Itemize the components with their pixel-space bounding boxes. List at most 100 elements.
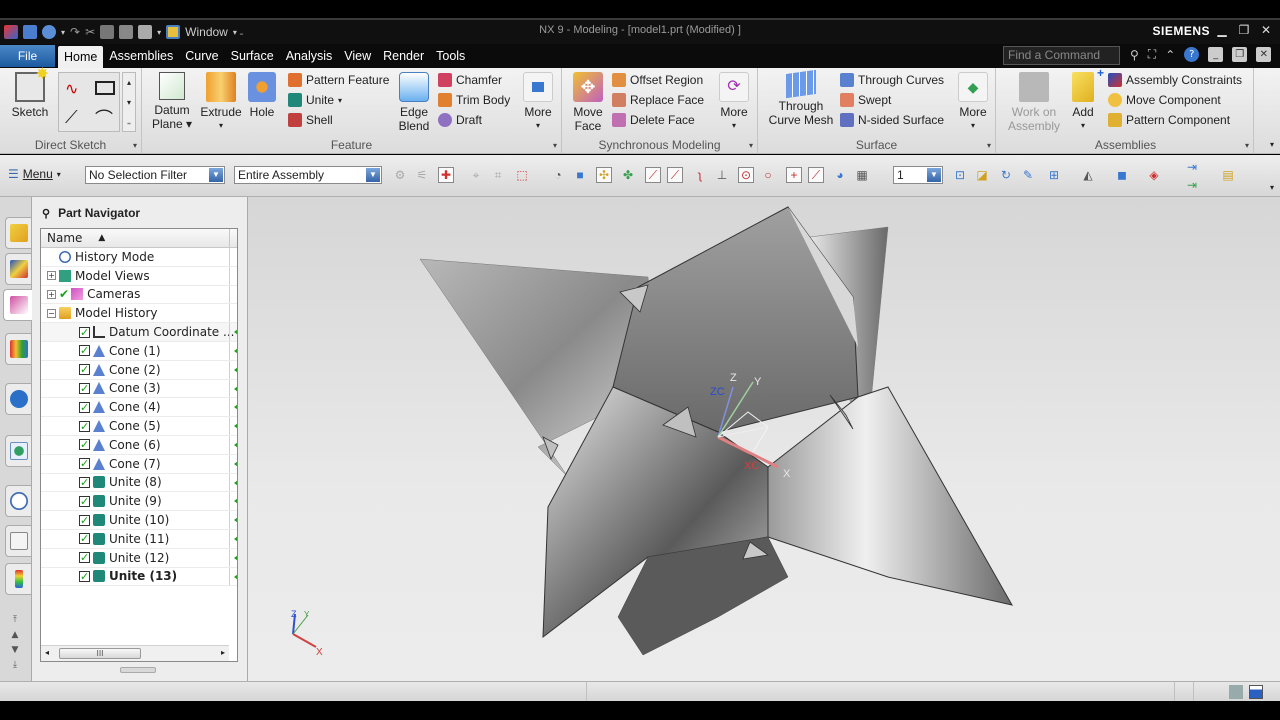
horizontal-scrollbar[interactable]: ◂ III ▸ (41, 645, 229, 661)
chamfer-button[interactable]: Chamfer (438, 71, 502, 89)
tree-row[interactable]: ✓ Cone (6) (41, 435, 237, 455)
system-materials-tab[interactable] (5, 525, 31, 557)
file-tab[interactable]: File (0, 45, 55, 67)
copy-to-layer-icon[interactable]: ⇥ (1184, 177, 1200, 193)
through-curves-button[interactable]: Through Curves (840, 71, 944, 89)
group-dropdown-icon[interactable]: ▾ (1245, 141, 1249, 150)
feature-more-button[interactable]: More ▾ (520, 72, 556, 133)
tree-row[interactable]: ✓ Unite (8) (41, 473, 237, 493)
move-to-layer-icon[interactable]: ⇥ (1184, 159, 1200, 175)
shell-button[interactable]: Shell (288, 111, 333, 129)
selection-filter-status-icon[interactable] (1229, 685, 1243, 699)
assembly-navigator-tab[interactable] (5, 217, 31, 249)
rotate-icon[interactable]: ↻ (998, 167, 1014, 183)
rail-scroll-controls[interactable]: ⤒ ▲ ▼ ⤓ (8, 613, 22, 673)
tree-row[interactable]: ✓ Cone (2) (41, 360, 237, 380)
tree-row[interactable]: ✓ Unite (12) (41, 548, 237, 568)
group-dropdown-icon[interactable]: ▾ (749, 141, 753, 150)
tab-analysis[interactable]: Analysis (280, 44, 339, 68)
extrude-button[interactable]: Extrude ▾ (198, 72, 244, 133)
feature-filter-icon[interactable]: ⚟ (414, 167, 430, 183)
feature-checkbox[interactable]: ✓ (79, 439, 90, 451)
full-screen-toggle-icon[interactable] (1249, 685, 1263, 699)
tree-row[interactable]: ✓ Cone (4) (41, 398, 237, 418)
move-component-button[interactable]: Move Component (1108, 91, 1221, 109)
unite-button[interactable]: Unite ▾ (288, 91, 342, 109)
orient-view-icon[interactable]: ⊞ (1046, 167, 1062, 183)
minimize-icon[interactable]: ▁ (1212, 21, 1232, 39)
panel-resize-handle[interactable] (120, 667, 156, 673)
snap-point-icon[interactable]: ✣ (596, 167, 612, 183)
swept-button[interactable]: Swept (840, 91, 891, 109)
pattern-component-button[interactable]: Pattern Component (1108, 111, 1230, 129)
feature-checkbox[interactable]: ✓ (79, 364, 90, 376)
find-command-input[interactable]: Find a Command (1003, 46, 1120, 65)
toolbar-options-icon[interactable]: ▾ (1270, 183, 1274, 192)
group-dropdown-icon[interactable]: ▾ (133, 141, 137, 150)
scroll-left-icon[interactable]: ◂ (45, 648, 49, 657)
rendering-style-icon[interactable]: ◭ (1080, 167, 1096, 183)
column-header-name[interactable]: Name ▲ (41, 229, 237, 248)
feature-checkbox[interactable]: ✓ (79, 495, 90, 507)
tab-surface[interactable]: Surface (225, 44, 280, 68)
doc-minimize-icon[interactable]: _ (1208, 47, 1224, 62)
feature-checkbox[interactable]: ✓ (79, 458, 90, 470)
selection-scope-dropdown[interactable]: Entire Assembly ▼ (234, 166, 382, 184)
feature-checkbox[interactable]: ✓ (79, 326, 90, 338)
tree-row[interactable]: ✓ Datum Coordinate ... (41, 323, 237, 342)
tree-row[interactable]: + ✔ Cameras (41, 285, 237, 305)
select-face-icon[interactable]: ◔ (550, 167, 566, 183)
offset-region-button[interactable]: Offset Region (612, 71, 703, 89)
expand-icon[interactable]: + (47, 289, 56, 299)
tab-curve[interactable]: Curve (179, 44, 224, 68)
point-icon[interactable]: ✤ (620, 167, 636, 183)
pin-icon[interactable]: ⚲ (42, 207, 50, 220)
tree-row[interactable]: ✓ Unite (10) (41, 511, 237, 530)
feature-checkbox[interactable]: ✓ (79, 401, 90, 413)
draft-button[interactable]: Draft (438, 111, 482, 129)
zoom-icon[interactable]: ◪ (974, 167, 990, 183)
collapse-icon[interactable]: − (47, 308, 56, 318)
help-icon[interactable]: ? (1184, 47, 1200, 62)
replace-face-button[interactable]: Replace Face (612, 91, 704, 109)
edge-blend-button[interactable]: Edge Blend (394, 72, 434, 133)
tree-row[interactable]: ✓ Cone (5) (41, 417, 237, 436)
tree-row[interactable]: ✓ Unite (9) (41, 492, 237, 512)
feature-checkbox[interactable]: ✓ (79, 533, 90, 545)
tree-row[interactable]: History Mode (41, 248, 237, 267)
synchronous-more-button[interactable]: ⟳ More ▾ (716, 72, 752, 133)
feature-checkbox[interactable]: ✓ (79, 570, 90, 582)
close-icon[interactable]: ✕ (1256, 21, 1276, 39)
existing-point-icon[interactable]: + (786, 167, 802, 183)
work-on-assembly-button[interactable]: Work on Assembly (1006, 72, 1062, 133)
full-screen-icon[interactable]: ⛶ (1148, 47, 1156, 62)
pattern-feature-button[interactable]: Pattern Feature (288, 71, 389, 89)
profile-icon[interactable]: ∿ (65, 79, 78, 99)
tree-row[interactable]: − Model History (41, 304, 237, 324)
through-curve-mesh-button[interactable]: Through Curve Mesh (766, 69, 836, 127)
search-icon[interactable]: ⚲ (1130, 48, 1139, 62)
rectangle-select-icon[interactable]: ⬚ (514, 167, 530, 183)
move-face-button[interactable]: ✥ Move Face (570, 72, 606, 133)
expand-icon[interactable]: + (47, 271, 56, 281)
tab-view[interactable]: View (338, 44, 377, 68)
rectangle-icon[interactable] (95, 81, 115, 95)
tab-render[interactable]: Render (377, 44, 430, 68)
collapse-ribbon-icon[interactable]: ⌃ (1165, 48, 1175, 62)
scrollbar-thumb[interactable]: III (59, 648, 141, 659)
feature-checkbox[interactable]: ✓ (79, 552, 90, 564)
arc-icon[interactable]: ⌒ (95, 105, 113, 131)
selection-intent-icon[interactable]: ✚ (438, 167, 454, 183)
feature-checkbox[interactable]: ✓ (79, 382, 90, 394)
tab-assemblies[interactable]: Assemblies (103, 44, 179, 68)
hd3d-tools-tab[interactable] (5, 383, 31, 415)
tree-row[interactable]: + Model Views (41, 266, 237, 286)
tree-row[interactable]: ✓ Unite (11) (41, 529, 237, 549)
arc-center-icon[interactable]: ⊙ (738, 167, 754, 183)
curve-point-icon[interactable]: ʅ (692, 167, 708, 183)
gallery-scroll[interactable]: ▴ ▾ ₌ (122, 72, 136, 132)
n-sided-surface-button[interactable]: N-sided Surface (840, 111, 944, 129)
trim-body-button[interactable]: Trim Body (438, 91, 510, 109)
tree-row[interactable]: ✓ Cone (1) (41, 341, 237, 361)
end-point-icon[interactable]: ⟋ (645, 167, 661, 183)
